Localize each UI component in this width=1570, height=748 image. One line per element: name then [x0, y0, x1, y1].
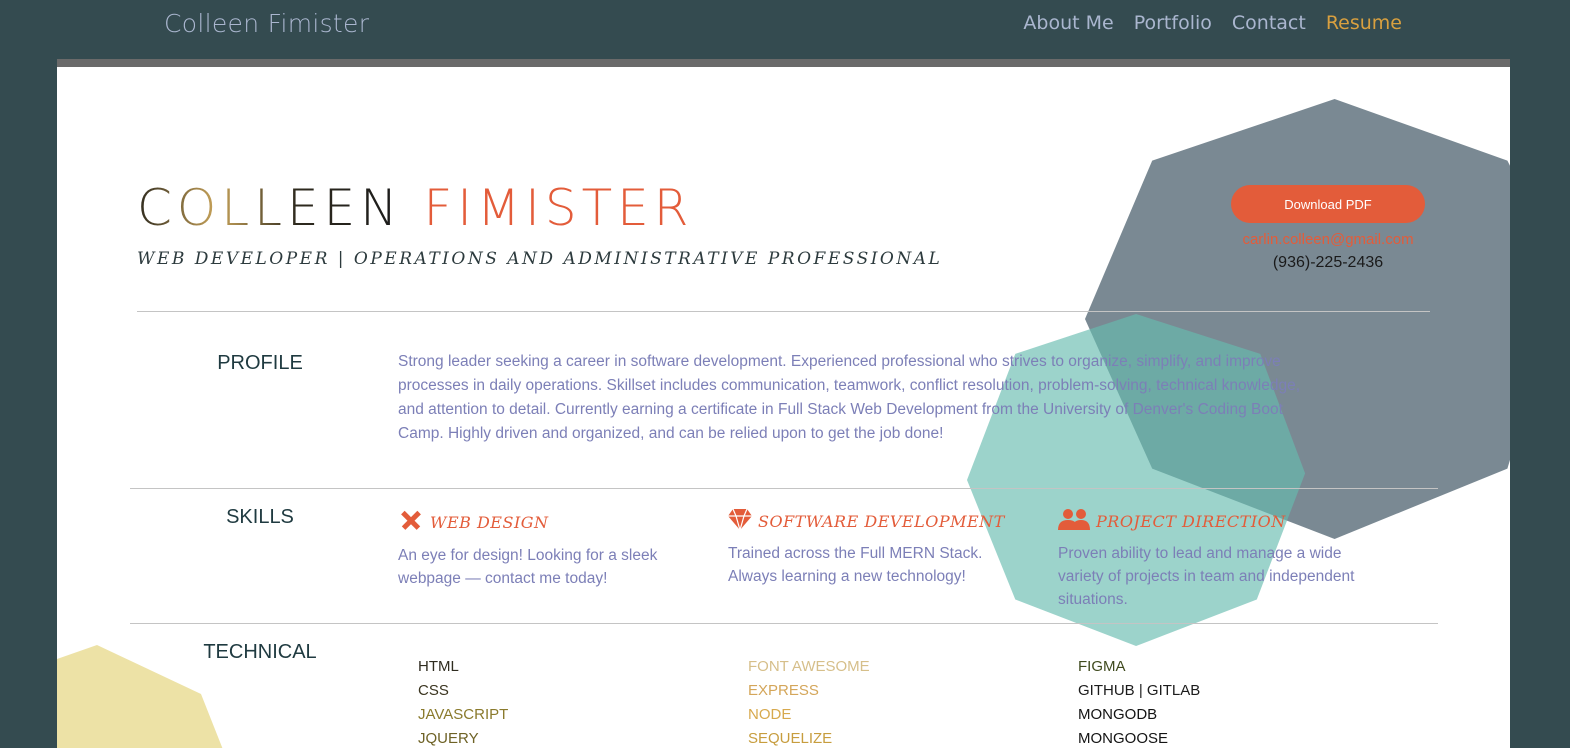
tech-column-1: HTML CSS JAVASCRIPT JQUERY: [418, 655, 508, 748]
nav-link-contact[interactable]: Contact: [1232, 12, 1306, 34]
profile-heading: PROFILE: [217, 352, 303, 374]
skill-web-design: WEB DESIGN An eye for design! Looking fo…: [398, 508, 698, 590]
technical-heading: TECHNICAL: [203, 641, 317, 663]
nav-links: About Me Portfolio Contact Resume: [1023, 12, 1402, 34]
skills-heading: SKILLS: [226, 506, 294, 528]
divider: [137, 311, 1430, 312]
tech-item: MONGODB: [1078, 706, 1158, 723]
tech-item: MONGOOSE: [1078, 730, 1169, 747]
tech-item: HTML: [418, 658, 459, 675]
tech-item: EXPRESS: [748, 682, 819, 699]
users-icon: [1058, 508, 1090, 534]
brand-link[interactable]: Colleen Fimister: [164, 9, 369, 38]
email-link[interactable]: carlin.colleen@gmail.com: [1223, 231, 1433, 248]
tech-column-2: FONT AWESOME EXPRESS NODE SEQUELIZE: [748, 655, 870, 748]
pencil-ruler-icon: [398, 508, 424, 536]
divider: [130, 623, 1438, 624]
resume-tagline: WEB DEVELOPER | OPERATIONS AND ADMINISTR…: [137, 249, 943, 269]
profile-text: Strong leader seeking a career in softwa…: [398, 353, 1301, 442]
tech-column-3: FIGMA GITHUB | GITLAB MONGODB MONGOOSE: [1078, 655, 1200, 748]
gem-icon: [728, 508, 752, 534]
last-name: FIMISTER: [423, 179, 694, 237]
tech-item: JAVASCRIPT: [418, 706, 509, 723]
skill-description: Trained across the Full MERN Stack. Alwa…: [728, 545, 983, 585]
skill-description: Proven ability to lead and manage a wide…: [1058, 545, 1355, 608]
first-name: COLLEEN: [137, 179, 403, 237]
skill-title: PROJECT DIRECTION: [1096, 511, 1286, 531]
skill-project-direction: PROJECT DIRECTION Proven ability to lead…: [1058, 508, 1358, 611]
phone-number: (936)-225-2436: [1272, 254, 1384, 271]
resume-name: COLLEEN FIMISTER: [137, 179, 694, 237]
tech-item: NODE: [748, 706, 792, 723]
top-navbar: Colleen Fimister About Me Portfolio Cont…: [0, 0, 1570, 59]
skill-software-development: SOFTWARE DEVELOPMENT Trained across the …: [728, 508, 1028, 588]
tech-item: JQUERY: [418, 730, 479, 747]
tech-item: GITHUB | GITLAB: [1078, 682, 1201, 699]
tech-item: FIGMA: [1078, 658, 1126, 675]
nav-link-resume[interactable]: Resume: [1326, 12, 1402, 34]
download-pdf-button[interactable]: Download PDF: [1231, 185, 1425, 223]
tech-item: SEQUELIZE: [748, 730, 833, 747]
divider: [130, 488, 1438, 489]
skill-title: SOFTWARE DEVELOPMENT: [758, 511, 1005, 531]
tech-item: FONT AWESOME: [748, 658, 870, 675]
nav-link-about-me[interactable]: About Me: [1023, 12, 1113, 34]
skill-title: WEB DESIGN: [430, 512, 549, 532]
resume-card: COLLEEN FIMISTER WEB DEVELOPER | OPERATI…: [57, 59, 1510, 748]
skill-description: An eye for design! Looking for a sleek w…: [398, 547, 658, 587]
tech-item: CSS: [418, 682, 449, 699]
nav-link-portfolio[interactable]: Portfolio: [1134, 12, 1212, 34]
